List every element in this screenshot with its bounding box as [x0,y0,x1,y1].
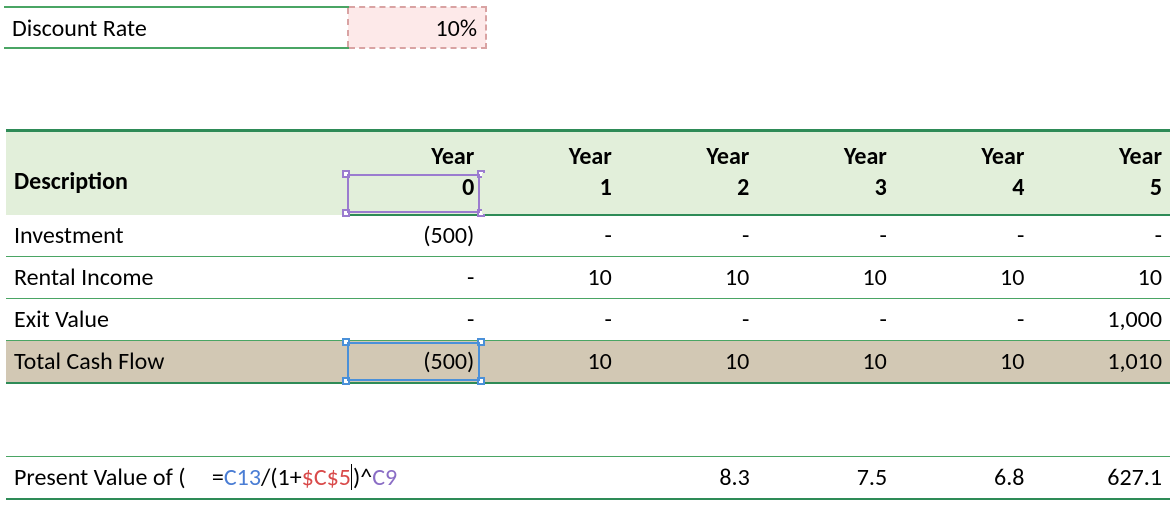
rental-label: Rental Income [6,257,345,299]
year-0-header[interactable]: 0 [345,173,483,215]
pv-y2[interactable]: 8.3 [620,456,757,499]
exit-y0[interactable]: - [345,299,483,341]
exit-y2[interactable]: - [620,299,758,341]
pv-label: Present Value of ( [6,456,204,499]
year-2-header: 2 [620,173,758,215]
investment-y5[interactable]: - [1032,215,1170,257]
pv-y1[interactable] [483,456,620,499]
investment-y1[interactable]: - [482,215,620,257]
year-word-3: Year [757,131,895,173]
exit-y3[interactable]: - [757,299,895,341]
total-label: Total Cash Flow [6,341,345,383]
year-word-1: Year [482,131,620,173]
rental-y3[interactable]: 10 [757,257,895,299]
total-y2[interactable]: 10 [620,341,758,383]
investment-y4[interactable]: - [895,215,1033,257]
pv-y4[interactable]: 6.8 [895,456,1032,499]
total-y5[interactable]: 1,010 [1032,341,1170,383]
present-value-row: Present Value of ( =C13/(1+$C$5)^C9 8.3 … [6,456,1170,500]
discount-rate-row: Discount Rate 10% [4,6,487,49]
investment-y2[interactable]: - [620,215,758,257]
rental-y5[interactable]: 10 [1032,257,1170,299]
text-caret [351,464,352,490]
investment-label: Investment [6,215,345,257]
header-row-year-word: Description Year Year Year Year Year Yea… [6,131,1170,173]
formula-eq: = [212,463,224,492]
rental-y0[interactable]: - [345,257,483,299]
rental-y2[interactable]: 10 [620,257,758,299]
exit-y5[interactable]: 1,000 [1032,299,1170,341]
year-3-header: 3 [757,173,895,215]
formula-c9: C9 [372,463,397,492]
formula-c5: $C$5 [302,463,351,492]
total-y3[interactable]: 10 [757,341,895,383]
pv-y3[interactable]: 7.5 [758,456,895,499]
exit-label: Exit Value [6,299,345,341]
row-investment: Investment (500) - - - - - [6,215,1170,257]
year-5-header: 5 [1032,173,1170,215]
formula-c13: C13 [224,463,261,492]
discount-rate-cell[interactable]: 10% [348,7,486,48]
description-header: Description [6,131,345,215]
exit-y4[interactable]: - [895,299,1033,341]
investment-y0[interactable]: (500) [345,215,483,257]
row-rental: Rental Income - 10 10 10 10 10 [6,257,1170,299]
year-word-4: Year [895,131,1033,173]
row-total: Total Cash Flow (500) 10 10 10 10 1,010 [6,341,1170,383]
year-word-5: Year [1032,131,1170,173]
total-y1[interactable]: 10 [482,341,620,383]
year-0-text: 0 [462,173,474,202]
year-word-0: Year [345,131,483,173]
year-word-2: Year [620,131,758,173]
exit-y1[interactable]: - [482,299,620,341]
pv-formula-cell[interactable]: =C13/(1+$C$5)^C9 [204,456,483,499]
year-1-header: 1 [482,173,620,215]
formula-caret-sym: ^ [360,463,372,492]
formula-div: /(1+ [261,463,302,492]
total-y0-cell[interactable]: (500) [345,341,483,383]
year-4-header: 4 [895,173,1033,215]
rental-y4[interactable]: 10 [895,257,1033,299]
total-y0-text: (500) [423,347,474,376]
rental-y1[interactable]: 10 [482,257,620,299]
pv-y5[interactable]: 627.1 [1032,456,1170,499]
cash-flow-table: Description Year Year Year Year Year Yea… [6,129,1170,384]
total-y4[interactable]: 10 [895,341,1033,383]
discount-rate-label: Discount Rate [4,7,348,48]
row-exit: Exit Value - - - - - 1,000 [6,299,1170,341]
investment-y3[interactable]: - [757,215,895,257]
